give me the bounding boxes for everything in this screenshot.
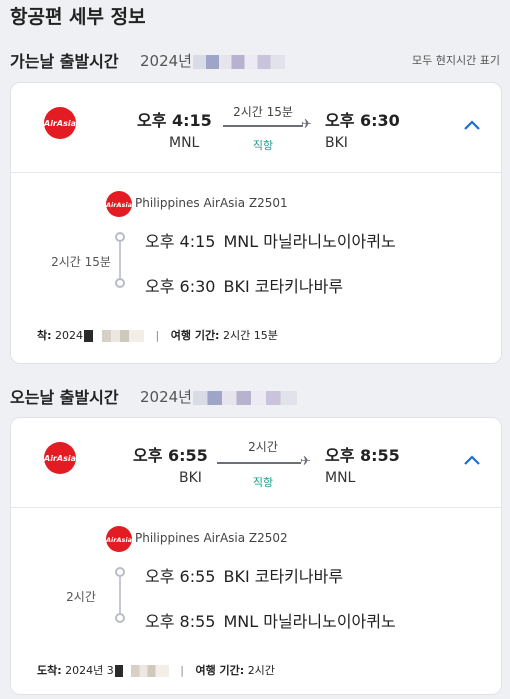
arrival-label: 착: [37,329,52,342]
inbound-summary[interactable]: AirAsia 오후 6:55 BKI 2시간 ✈ 직항 오후 8:55 MNL [11,418,501,508]
flight-duration: 2시간 15분 [233,105,293,119]
departure-dot [115,567,125,577]
arrival-code: BKI [325,135,348,151]
arrival-stop-time: 오후 8:55 [145,612,216,631]
divider: | [180,664,184,677]
redacted-date-block [192,54,285,69]
airline-flight-number: Philippines AirAsia Z2502 [135,531,288,545]
travel-time-value: 2시간 15분 [222,329,278,342]
arrival-stop-time: 오후 6:30 [145,277,216,296]
airasia-logo-small-icon: AirAsia [105,526,132,552]
inbound-flight-card: AirAsia 오후 6:55 BKI 2시간 ✈ 직항 오후 8:55 MNL… [10,417,502,695]
departure-stop: 오후 6:55 BKI 코타키나바루 [145,563,343,587]
chevron-up-icon[interactable] [463,454,481,466]
airasia-logo-icon: AirAsia [43,442,76,474]
page-title: 항공편 세부 정보 [10,6,146,28]
outbound-detail: AirAsia Philippines AirAsia Z2501 2시간 15… [11,173,501,363]
arrival-date: 2024년 3 [65,664,114,677]
divider: | [155,329,160,342]
route-line [223,125,303,127]
outbound-flight-card: AirAsia 오후 4:15 MNL 2시간 15분 ✈ 직항 오후 6:30… [10,82,502,364]
segment-duration: 2시간 15분 [51,255,111,269]
svg-text:AirAsia: AirAsia [44,119,76,128]
arrival-date: 2024 [55,329,84,342]
departure-stop-place: BKI 코타키나바루 [223,567,344,586]
redacted-date-block [114,665,169,677]
airline-flight-number: Philippines AirAsia Z2501 [135,196,288,210]
segment-duration: 2시간 [66,590,96,604]
arrival-stop-place: MNL 마닐라니노이아퀴노 [223,612,396,631]
arrival-stop: 오후 8:55 MNL 마닐라니노이아퀴노 [145,608,396,632]
flight-duration: 2시간 [248,440,278,454]
chevron-up-icon[interactable] [463,119,481,131]
svg-text:AirAsia: AirAsia [106,536,132,544]
arrival-time: 오후 6:30 [325,111,400,130]
outbound-date: 2024년 [140,50,285,71]
stops-label: 직항 [252,139,274,152]
inbound-section-label: 오는날 출발시간 [10,388,119,407]
departure-stop-time: 오후 4:15 [145,232,216,251]
inbound-detail: AirAsia Philippines AirAsia Z2502 2시간 오후… [11,508,501,694]
airasia-logo-small-icon: AirAsia [105,191,132,217]
outbound-summary[interactable]: AirAsia 오후 4:15 MNL 2시간 15분 ✈ 직항 오후 6:30… [11,83,501,173]
inbound-footer: 도착: 2024년 3 | 여행 기간: 2시간 [37,662,275,678]
departure-time: 오후 6:55 [133,446,208,465]
svg-text:AirAsia: AirAsia [44,454,76,463]
travel-time-label: 여행 기간: [195,664,245,677]
outbound-footer: 착: 2024 | 여행 기간: 2시간 15분 [37,327,278,343]
travel-time-label: 여행 기간: [170,329,220,342]
departure-stop: 오후 4:15 MNL 마닐라니노이아퀴노 [145,228,396,252]
plane-icon: ✈ [300,454,311,469]
travel-time-value: 2시간 [247,664,275,677]
outbound-section-label: 가는날 출발시간 [10,52,119,71]
stops-label: 직항 [252,476,274,489]
timezone-note: 모두 현지시간 표기 [412,54,500,67]
arrival-stop-place: BKI 코타키나바루 [223,277,344,296]
redacted-date-block [192,390,297,405]
departure-code: BKI [179,470,202,486]
airasia-logo-icon: AirAsia [43,107,76,139]
inbound-date: 2024년 [140,386,297,407]
arrival-time: 오후 8:55 [325,446,400,465]
plane-icon: ✈ [301,117,312,132]
arrival-code: MNL [325,470,356,486]
arrival-dot [115,278,125,288]
arrival-stop: 오후 6:30 BKI 코타키나바루 [145,273,343,297]
inbound-section-header: 오는날 출발시간 2024년 [10,382,502,407]
departure-time: 오후 4:15 [137,111,212,130]
route-line [217,462,301,464]
svg-text:AirAsia: AirAsia [106,201,132,209]
arrival-dot [115,613,125,623]
redacted-date-block [84,330,145,342]
departure-stop-time: 오후 6:55 [145,567,216,586]
departure-code: MNL [169,135,200,151]
departure-stop-place: MNL 마닐라니노이아퀴노 [223,232,396,251]
arrival-label: 도착: [37,664,62,677]
departure-dot [115,232,125,242]
outbound-section-header: 가는날 출발시간 2024년 모두 현지시간 표기 [10,46,502,71]
